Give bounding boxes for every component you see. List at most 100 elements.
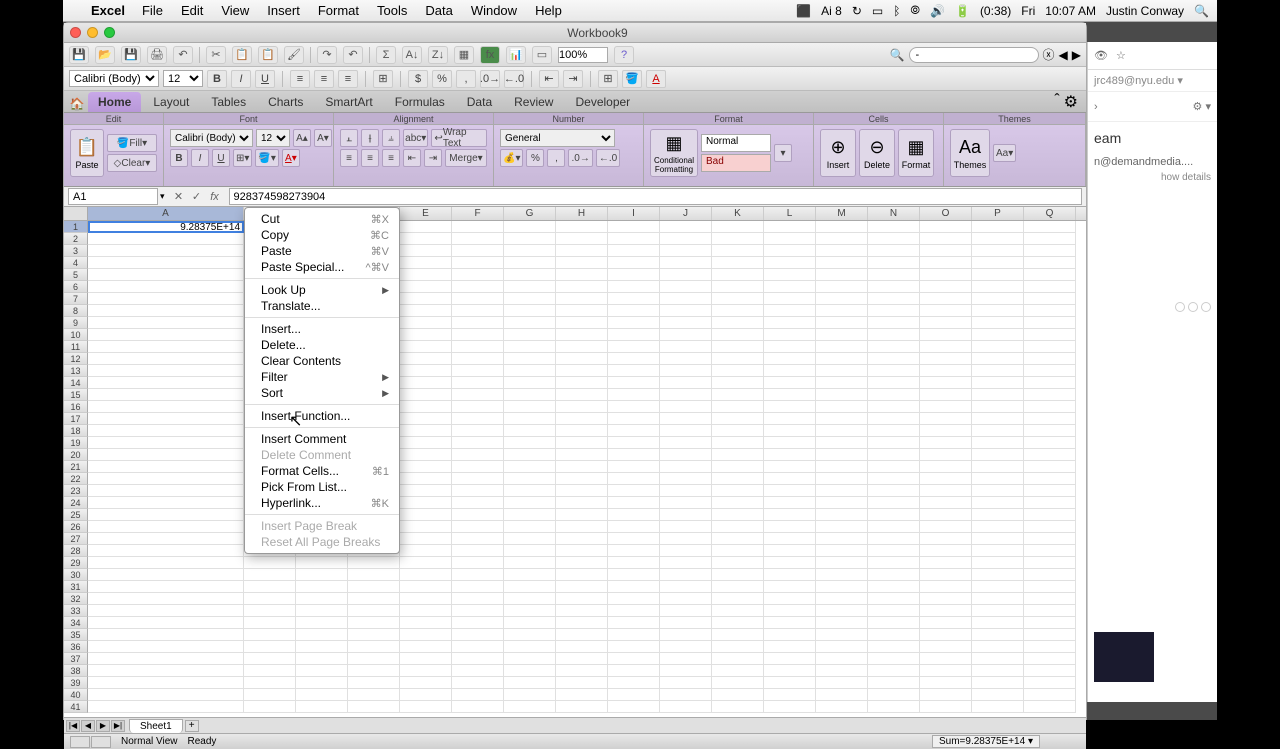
cell[interactable]: [400, 605, 452, 617]
col-header-h[interactable]: H: [556, 207, 608, 220]
cell[interactable]: [88, 497, 244, 509]
cell[interactable]: [816, 497, 868, 509]
cell[interactable]: [452, 605, 504, 617]
cell[interactable]: [244, 581, 296, 593]
display-icon[interactable]: ▭: [872, 4, 883, 18]
menu-format[interactable]: Format: [309, 3, 368, 18]
cell[interactable]: [764, 557, 816, 569]
cell[interactable]: [348, 605, 400, 617]
search-next-icon[interactable]: ▶: [1072, 48, 1081, 62]
cell[interactable]: [88, 641, 244, 653]
grow-font-button[interactable]: A▴: [293, 129, 311, 147]
row-header[interactable]: 30: [64, 569, 88, 581]
sheet-nav-prev[interactable]: ◀: [81, 720, 95, 732]
row-header[interactable]: 22: [64, 473, 88, 485]
cell[interactable]: [400, 293, 452, 305]
themes-button[interactable]: AaThemes: [950, 129, 990, 177]
cell[interactable]: [764, 533, 816, 545]
app-menu[interactable]: Excel: [83, 3, 133, 18]
cell[interactable]: [1024, 473, 1076, 485]
cell[interactable]: [452, 581, 504, 593]
cell[interactable]: [1024, 701, 1076, 713]
cell[interactable]: [348, 701, 400, 713]
cell[interactable]: [816, 413, 868, 425]
row-header[interactable]: 28: [64, 545, 88, 557]
ctx-sort[interactable]: Sort▶: [245, 385, 399, 401]
cell[interactable]: [712, 701, 764, 713]
theme-options-button[interactable]: Aa▾: [993, 144, 1016, 162]
cell[interactable]: [556, 281, 608, 293]
ctx-insert[interactable]: Insert...: [245, 321, 399, 337]
cell[interactable]: [712, 293, 764, 305]
cell[interactable]: [920, 413, 972, 425]
cell[interactable]: [816, 437, 868, 449]
cell[interactable]: [764, 545, 816, 557]
menu-help[interactable]: Help: [526, 3, 571, 18]
tab-home[interactable]: Home: [88, 92, 141, 112]
cell[interactable]: [88, 401, 244, 413]
cell[interactable]: [920, 629, 972, 641]
fill-color-button-2[interactable]: 🪣▾: [255, 149, 278, 167]
cell[interactable]: [296, 677, 348, 689]
align-center-button-2[interactable]: ≡: [361, 149, 379, 167]
chart-button[interactable]: 📊: [506, 46, 526, 64]
cell[interactable]: [556, 293, 608, 305]
cell[interactable]: [868, 353, 920, 365]
cell[interactable]: [712, 533, 764, 545]
cell[interactable]: [816, 593, 868, 605]
cell[interactable]: [764, 485, 816, 497]
page-layout-view-button[interactable]: [91, 736, 111, 748]
cell[interactable]: [244, 605, 296, 617]
print-button[interactable]: 🖨: [147, 46, 167, 64]
cell[interactable]: [712, 269, 764, 281]
cell[interactable]: [556, 593, 608, 605]
cell[interactable]: [400, 653, 452, 665]
cell[interactable]: [764, 689, 816, 701]
cell[interactable]: [296, 629, 348, 641]
cell[interactable]: [712, 305, 764, 317]
cell[interactable]: [868, 425, 920, 437]
cell[interactable]: [712, 389, 764, 401]
cell[interactable]: [452, 425, 504, 437]
cell[interactable]: [556, 329, 608, 341]
cell[interactable]: [88, 461, 244, 473]
cell[interactable]: [556, 269, 608, 281]
cell[interactable]: [972, 425, 1024, 437]
cell[interactable]: [868, 449, 920, 461]
accept-formula-button[interactable]: ✓: [189, 189, 205, 205]
cell[interactable]: [868, 593, 920, 605]
cell[interactable]: [660, 377, 712, 389]
cell[interactable]: [972, 413, 1024, 425]
cell[interactable]: [816, 653, 868, 665]
cell[interactable]: [868, 677, 920, 689]
style-bad[interactable]: Bad: [701, 154, 771, 172]
cell[interactable]: [504, 485, 556, 497]
tab-developer[interactable]: Developer: [565, 92, 640, 112]
row-header[interactable]: 8: [64, 305, 88, 317]
cell[interactable]: [660, 521, 712, 533]
cell[interactable]: [920, 257, 972, 269]
cell[interactable]: [400, 593, 452, 605]
cell[interactable]: [920, 545, 972, 557]
cell[interactable]: [764, 305, 816, 317]
cell[interactable]: [400, 617, 452, 629]
ctx-copy[interactable]: Copy⌘C: [245, 227, 399, 243]
gmail-dot-1[interactable]: [1175, 302, 1185, 312]
cell[interactable]: [556, 341, 608, 353]
cell[interactable]: [972, 509, 1024, 521]
cell[interactable]: [296, 665, 348, 677]
cell[interactable]: [868, 665, 920, 677]
cell[interactable]: [660, 281, 712, 293]
cell[interactable]: [504, 233, 556, 245]
orientation-button[interactable]: abc▾: [403, 129, 428, 147]
cell[interactable]: [608, 425, 660, 437]
cell[interactable]: [88, 521, 244, 533]
cell[interactable]: [816, 317, 868, 329]
row-header[interactable]: 17: [64, 413, 88, 425]
cell[interactable]: [660, 353, 712, 365]
cell[interactable]: [88, 281, 244, 293]
cell[interactable]: [972, 245, 1024, 257]
cell[interactable]: [296, 569, 348, 581]
cell[interactable]: [868, 341, 920, 353]
sheet-nav-last[interactable]: ▶|: [111, 720, 125, 732]
